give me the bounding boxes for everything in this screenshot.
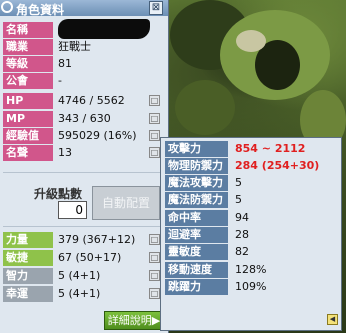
detail-value: 5: [235, 176, 242, 189]
stat-row-int: 智力 5 (4+1) □: [3, 268, 161, 284]
exp-plus-button[interactable]: □: [149, 130, 160, 141]
character-info-window: 角色資料 ⊠ 名稱 職業 狂戰士 等級 81 公會 - HP 4746 / 55…: [0, 0, 169, 333]
detail-label: 移動速度: [165, 262, 228, 278]
fame-plus-button[interactable]: □: [149, 147, 160, 158]
detail-label: 迴避率: [165, 227, 228, 243]
info-label: 名聲: [3, 145, 53, 161]
detail-value: 82: [235, 245, 249, 258]
info-value: 81: [58, 57, 72, 70]
info-row-job: 職業 狂戰士: [3, 39, 161, 55]
info-value: 595029 (16%): [58, 129, 137, 142]
detail-label: 魔法防禦力: [165, 192, 228, 208]
info-label: MP: [3, 111, 53, 127]
magnifier-icon: [1, 1, 13, 13]
divider: [3, 226, 163, 227]
int-plus-button[interactable]: □: [149, 270, 160, 281]
detail-value: 94: [235, 211, 249, 224]
hp-plus-button[interactable]: □: [149, 95, 160, 106]
detail-label: 攻擊力: [165, 141, 228, 157]
foliage: [175, 80, 235, 135]
info-label: 職業: [3, 39, 53, 55]
close-button[interactable]: ⊠: [149, 1, 163, 15]
stat-label: 幸運: [3, 286, 53, 302]
stat-label: 智力: [3, 268, 53, 284]
detail-row-accuracy: 命中率 94: [165, 210, 337, 226]
auto-assign-button[interactable]: 自動配置: [92, 186, 160, 220]
detail-value: 284 (254+30): [235, 159, 320, 172]
info-row-exp: 經驗值 595029 (16%) □: [3, 128, 161, 144]
detail-value: 5: [235, 193, 242, 206]
stat-value: 5 (4+1): [58, 269, 101, 282]
detail-value: 128%: [235, 263, 267, 276]
info-label: 公會: [3, 73, 53, 89]
ap-value: 0: [58, 201, 87, 219]
window-title: 角色資料: [16, 3, 65, 17]
detail-row-attack: 攻擊力 854 ~ 2112: [165, 141, 337, 157]
detail-value: 854 ~ 2112: [235, 142, 306, 155]
stat-row-luk: 幸運 5 (4+1) □: [3, 286, 161, 302]
info-value: -: [58, 74, 62, 87]
detail-label: 命中率: [165, 210, 228, 226]
info-row-level: 等級 81: [3, 56, 161, 72]
redacted-name: [58, 19, 150, 39]
detail-panel: 攻擊力 854 ~ 2112 物理防禦力 284 (254+30) 魔法攻擊力 …: [160, 137, 342, 331]
detail-row-weapon-def: 物理防禦力 284 (254+30): [165, 158, 337, 174]
info-row-mp: MP 343 / 630 □: [3, 111, 161, 127]
detail-button[interactable]: 詳細說明▶: [104, 311, 164, 330]
divider: [3, 172, 163, 173]
stat-value: 67 (50+17): [58, 251, 122, 264]
info-row-fame: 名聲 13 □: [3, 145, 161, 161]
info-label: 等級: [3, 56, 53, 72]
dex-plus-button[interactable]: □: [149, 252, 160, 263]
info-value: 狂戰士: [58, 40, 91, 53]
detail-label: 靈敏度: [165, 244, 228, 260]
title-bar[interactable]: 角色資料 ⊠: [0, 0, 168, 17]
detail-row-magic-atk: 魔法攻擊力 5: [165, 175, 337, 191]
detail-row-hands: 靈敏度 82: [165, 244, 337, 260]
back-arrow-icon[interactable]: ◀: [327, 314, 338, 325]
stat-row-str: 力量 379 (367+12) □: [3, 232, 161, 248]
detail-row-jump: 跳躍力 109%: [165, 279, 337, 295]
detail-row-avoid: 迴避率 28: [165, 227, 337, 243]
detail-row-speed: 移動速度 128%: [165, 262, 337, 278]
detail-value: 28: [235, 228, 249, 241]
foliage: [236, 30, 266, 52]
luk-plus-button[interactable]: □: [149, 288, 160, 299]
info-row-hp: HP 4746 / 5562 □: [3, 93, 161, 109]
stat-value: 379 (367+12): [58, 233, 136, 246]
stat-label: 力量: [3, 232, 53, 248]
stat-row-dex: 敏捷 67 (50+17) □: [3, 250, 161, 266]
mp-plus-button[interactable]: □: [149, 113, 160, 124]
detail-label: 物理防禦力: [165, 158, 228, 174]
stat-value: 5 (4+1): [58, 287, 101, 300]
info-label: HP: [3, 93, 53, 109]
info-value: 4746 / 5562: [58, 94, 125, 107]
detail-value: 109%: [235, 280, 267, 293]
detail-label: 魔法攻擊力: [165, 175, 228, 191]
info-row-guild: 公會 -: [3, 73, 161, 89]
str-plus-button[interactable]: □: [149, 234, 160, 245]
stat-label: 敏捷: [3, 250, 53, 266]
ap-label: 升級點數: [34, 187, 83, 201]
info-value: 343 / 630: [58, 112, 111, 125]
detail-label: 跳躍力: [165, 279, 228, 295]
info-value: 13: [58, 146, 72, 159]
info-label: 經驗值: [3, 128, 53, 144]
detail-row-magic-def: 魔法防禦力 5: [165, 192, 337, 208]
info-label: 名稱: [3, 22, 53, 38]
